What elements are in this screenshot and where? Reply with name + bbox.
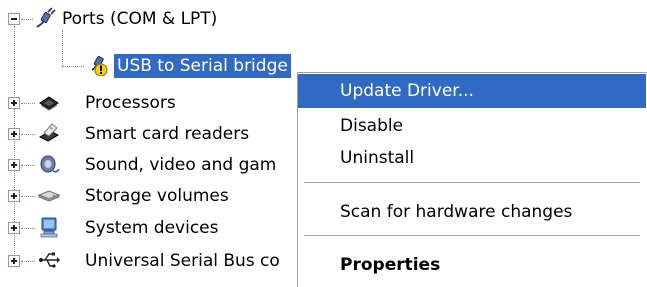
tree-node-label: Smart card readers [85,124,250,144]
tree-guide-line [21,165,35,166]
tree-guide-line [62,30,63,66]
tree-guide-line [21,196,35,197]
expand-toggle[interactable] [8,255,20,267]
tree-guide-line [21,103,35,104]
usb-icon [39,252,60,268]
menu-item-properties[interactable]: Properties [298,248,646,282]
expand-toggle[interactable] [8,97,20,109]
menu-separator [304,235,640,236]
port-connector-icon [36,7,56,28]
expand-toggle[interactable] [8,159,20,171]
tree-node-label: Processors [85,93,176,113]
context-menu: Update Driver... Disable Uninstall Scan … [297,72,647,287]
tree-guide-line [21,261,35,262]
tree-node-label: Storage volumes [85,186,229,206]
disk-drive-icon [38,190,60,202]
tree-node-label: Sound, video and gam [85,155,277,175]
menu-separator [304,182,640,183]
collapse-toggle[interactable] [8,13,20,25]
tree-guide-line [21,134,35,135]
warning-device-icon [91,55,108,76]
tree-guide-line [21,19,33,20]
processor-chip-icon [39,96,59,111]
tree-node-label: Universal Serial Bus co [85,251,280,271]
tree-node-label: USB to Serial bridge [114,54,291,78]
expand-toggle[interactable] [8,222,20,234]
menu-item-update-driver[interactable]: Update Driver... [298,74,646,108]
menu-item-uninstall[interactable]: Uninstall [298,141,646,175]
tree-guide-line [62,66,84,67]
smart-card-reader-icon [38,123,60,142]
menu-item-scan-hardware[interactable]: Scan for hardware changes [298,195,646,229]
expand-toggle[interactable] [8,128,20,140]
tree-guide-line [21,228,35,229]
computer-monitor-icon [40,217,58,238]
speaker-icon [40,155,60,173]
tree-node-label: Ports (COM & LPT) [62,9,218,29]
expand-toggle[interactable] [8,190,20,202]
menu-item-disable[interactable]: Disable [298,109,646,143]
tree-node-label: System devices [85,218,219,238]
